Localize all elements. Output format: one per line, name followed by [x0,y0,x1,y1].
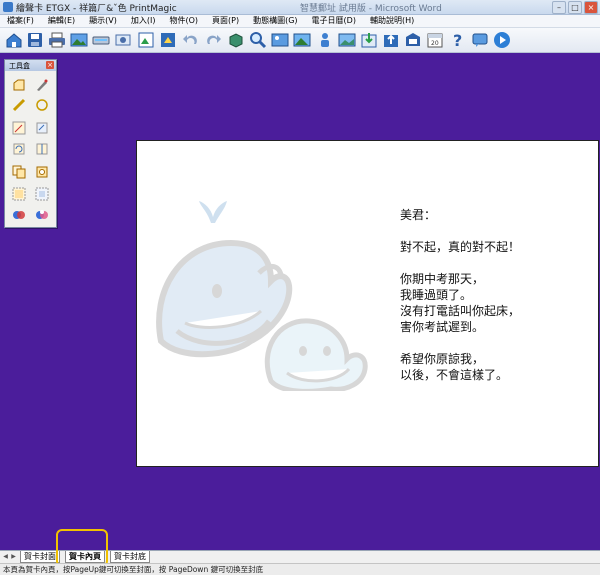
effect-icon[interactable] [35,208,49,222]
card-icon[interactable] [404,31,422,49]
line-icon[interactable] [12,98,26,112]
clipart-icon[interactable] [316,31,334,49]
landscape-icon[interactable] [293,31,311,49]
menu-view[interactable]: 顯示(V) [82,15,124,27]
gallery-icon[interactable] [338,31,356,49]
toolbox-close-button[interactable]: × [46,61,54,69]
card-page[interactable]: 美君： 對不起，真的對不起！ 你期中考那天， 我睡過頭了。 沒有打電話叫你起床，… [136,140,599,467]
frame-icon[interactable] [114,31,132,49]
import-icon[interactable] [360,31,378,49]
page-tabs-bar: ◀ ▶ 賀卡封面 賀卡內頁 賀卡封底 [0,550,600,563]
maximize-button[interactable]: □ [568,1,582,14]
menu-file[interactable]: 檔案(F) [0,15,41,27]
photo-icon[interactable] [137,31,155,49]
window-title-blurred: 智慧郵址 試用版 - Microsoft Word [300,4,442,14]
menu-page[interactable]: 頁面(P) [205,15,246,27]
circle-icon[interactable] [35,98,49,112]
tab-scroll-right-icon[interactable]: ▶ [10,552,17,561]
whale-illustration [156,201,368,391]
card-message[interactable]: 美君： 對不起，真的對不起！ 你期中考那天， 我睡過頭了。 沒有打電話叫你起床，… [400,207,520,383]
title-bar: 繪聲卡 ETGX - 祥篇ㄏ&ˇ色 PrintMagic 智慧郵址 試用版 - … [0,0,600,15]
scan-icon[interactable] [92,31,110,49]
paste-icon[interactable] [35,165,49,179]
pen-icon[interactable] [35,78,49,92]
save-icon[interactable] [26,31,44,49]
image-icon[interactable] [70,31,88,49]
zoom-icon[interactable] [249,31,267,49]
menu-calendar[interactable]: 電子日曆(D) [305,15,363,27]
paint-icon[interactable] [159,31,177,49]
window-title: 繪聲卡 ETGX - 祥篇ㄏ&ˇ色 PrintMagic [16,4,177,14]
menu-insert[interactable]: 加入(I) [124,15,163,27]
crop-icon[interactable] [35,121,49,135]
edit-icon[interactable] [12,121,26,135]
minimize-button[interactable]: – [552,1,566,14]
toolbox-panel: 工具盒 × [4,59,57,228]
flip-icon[interactable] [35,142,49,156]
svg-text:?: ? [453,31,462,49]
help-icon[interactable]: ? [449,31,467,49]
redo-icon[interactable] [204,31,222,49]
align-icon[interactable] [35,187,49,201]
tab-scroll-left-icon[interactable]: ◀ [2,552,9,561]
tab-card-inside[interactable]: 賀卡內頁 [65,551,105,563]
group-icon[interactable] [12,187,26,201]
menu-animation[interactable]: 動態構圖(G) [246,15,304,27]
picture-icon[interactable] [271,31,289,49]
undo-icon[interactable] [182,31,200,49]
rotate-icon[interactable] [12,142,26,156]
menu-bar: 檔案(F) 編輯(E) 顯示(V) 加入(I) 物件(O) 頁面(P) 動態構圖… [0,15,600,28]
play-icon[interactable] [493,31,511,49]
toolbox-title: 工具盒 [9,62,30,70]
app-icon [3,2,13,12]
svg-text:20: 20 [431,40,439,47]
copy-icon[interactable] [12,165,26,179]
toolbox-header[interactable]: 工具盒 × [5,60,56,71]
status-bar: 本頁為賀卡內頁，按PageUp鍵可切換至封面，按 PageDown 鍵可切換至封… [0,563,600,575]
menu-help[interactable]: 輔助說明(H) [363,15,421,27]
cube-icon[interactable] [227,31,245,49]
export-icon[interactable] [382,31,400,49]
shape-icon[interactable] [12,78,26,92]
tab-card-cover[interactable]: 賀卡封面 [20,551,60,563]
calendar-icon[interactable]: 20 [426,31,444,49]
tab-card-back[interactable]: 賀卡封底 [110,551,150,563]
print-icon[interactable] [48,31,66,49]
new-icon[interactable] [5,31,23,49]
message-icon[interactable] [471,31,489,49]
menu-object[interactable]: 物件(O) [162,15,205,27]
close-button[interactable]: × [584,1,598,14]
toolbar: 20 ? [0,28,600,53]
color-icon[interactable] [12,208,26,222]
menu-edit[interactable]: 編輯(E) [41,15,82,27]
